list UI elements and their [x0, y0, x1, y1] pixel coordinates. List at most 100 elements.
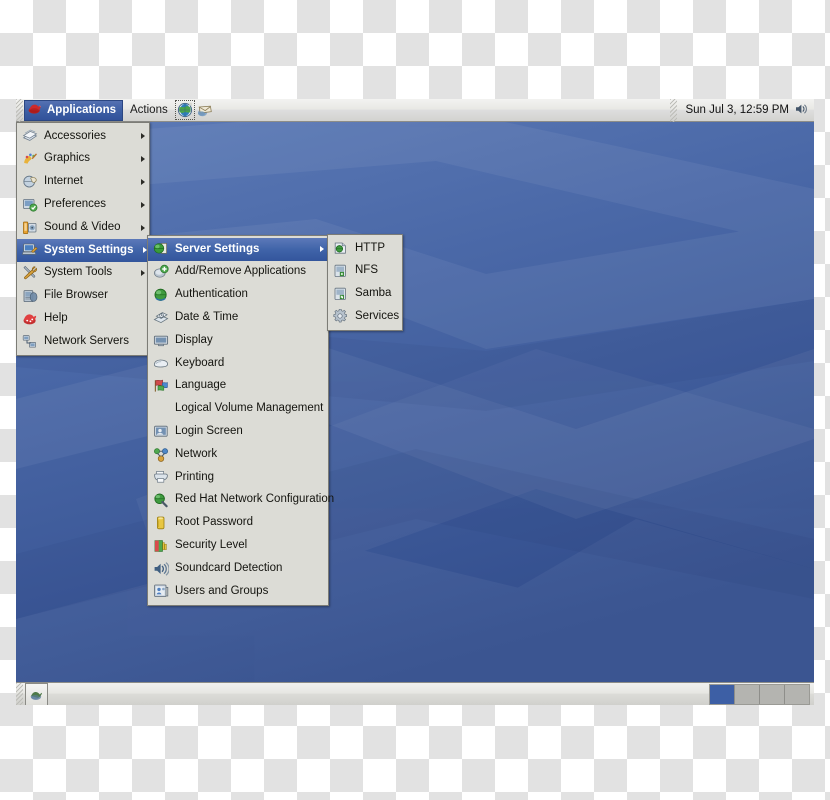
web-browser-icon[interactable]	[174, 100, 195, 120]
add-remove-icon	[154, 264, 169, 278]
menu-label: Help	[44, 312, 68, 325]
redhat-shadowman-icon	[28, 102, 43, 118]
security-level-icon	[154, 539, 167, 552]
menu-label: File Browser	[44, 289, 108, 302]
system-settings-icon	[22, 243, 38, 256]
workspace-2[interactable]	[735, 684, 760, 704]
screenshot-canvas: Applications Actions Sun Jul 3, 12:59 PM…	[0, 0, 830, 800]
menu-item-authentication[interactable]: Authentication	[148, 284, 328, 307]
menu-label: Keyboard	[175, 356, 225, 369]
menu-item-graphics[interactable]: Graphics	[17, 148, 149, 171]
menu-item-users-and-groups[interactable]: Users and Groups	[148, 580, 328, 603]
window-list[interactable]	[48, 683, 709, 706]
submenu-arrow-icon	[141, 270, 145, 277]
menu-label: System Tools	[44, 266, 113, 279]
samba-icon	[334, 287, 346, 300]
soundcard-icon	[154, 561, 169, 576]
system-settings-menu-popup[interactable]: Server Settings Add/Remove Applications …	[147, 235, 334, 606]
menu-item-language[interactable]: Language	[148, 375, 328, 398]
menu-item-services[interactable]: Services	[328, 305, 402, 328]
speaker-icon[interactable]	[794, 102, 808, 119]
authentication-icon	[154, 288, 167, 301]
panel-drag-handle[interactable]	[16, 99, 23, 122]
clock-applet[interactable]: Sun Jul 3, 12:59 PM	[670, 99, 814, 122]
bottom-panel-drag-handle[interactable]	[16, 682, 23, 705]
submenu-arrow-icon	[320, 246, 324, 253]
menu-label: Sound & Video	[44, 220, 121, 233]
clock-label: Sun Jul 3, 12:59 PM	[685, 104, 789, 116]
http-icon	[334, 242, 346, 254]
workspace-3[interactable]	[760, 684, 785, 704]
display-icon	[153, 335, 169, 346]
menu-item-red-hat-network-configuration[interactable]: Red Hat Network Configuration	[148, 489, 334, 512]
menu-item-display[interactable]: Display	[148, 329, 328, 352]
network-icon	[154, 447, 168, 462]
email-client-icon[interactable]	[195, 100, 215, 120]
menu-label: Network	[175, 447, 218, 460]
menu-item-file-browser[interactable]: File Browser	[17, 285, 149, 308]
server-settings-menu-popup[interactable]: HTTP NFS Samba Services	[327, 234, 403, 332]
printing-icon	[154, 471, 168, 483]
language-icon	[154, 379, 168, 392]
menu-item-soundcard-detection[interactable]: Soundcard Detection	[148, 557, 328, 580]
applications-menu-button[interactable]: Applications	[24, 99, 124, 121]
menu-label: Root Password	[175, 516, 253, 529]
menu-item-nfs[interactable]: NFS	[328, 260, 402, 283]
rhn-config-icon	[154, 493, 168, 508]
menu-label: Date & Time	[175, 311, 239, 324]
menu-item-samba[interactable]: Samba	[328, 283, 402, 306]
root-password-icon	[157, 516, 165, 530]
menu-item-network[interactable]: Network	[148, 443, 328, 466]
top-panel: Applications Actions Sun Jul 3, 12:59 PM	[16, 99, 814, 122]
sound-video-icon	[23, 221, 37, 234]
system-tools-icon	[23, 266, 37, 280]
menu-item-add-remove-applications[interactable]: Add/Remove Applications	[148, 261, 328, 284]
menu-label: Red Hat Network Configuration	[175, 493, 335, 506]
applications-menu-popup[interactable]: Accessories Graphics Internet Preference…	[16, 122, 150, 356]
file-browser-icon	[23, 290, 38, 302]
menu-item-sound-video[interactable]: Sound & Video	[17, 216, 149, 239]
menu-label: Internet	[44, 175, 83, 188]
workspace-1[interactable]	[710, 684, 735, 704]
preferences-icon	[23, 198, 38, 212]
bottom-panel	[16, 682, 814, 705]
menu-item-printing[interactable]: Printing	[148, 466, 328, 489]
menu-item-http[interactable]: HTTP	[328, 237, 402, 260]
menu-item-accessories[interactable]: Accessories	[17, 125, 149, 148]
menu-item-keyboard[interactable]: Keyboard	[148, 352, 328, 375]
internet-icon	[23, 175, 37, 188]
menu-item-system-settings[interactable]: System Settings	[17, 238, 149, 262]
menu-item-preferences[interactable]: Preferences	[17, 193, 149, 216]
submenu-arrow-icon	[141, 156, 145, 163]
workspace-4[interactable]	[785, 684, 809, 704]
submenu-arrow-icon	[141, 224, 145, 231]
show-desktop-icon[interactable]	[25, 682, 48, 705]
menu-label: Soundcard Detection	[175, 561, 283, 574]
submenu-arrow-icon	[141, 178, 145, 185]
workspace-switcher[interactable]	[709, 683, 810, 705]
submenu-arrow-icon	[141, 201, 145, 208]
network-servers-icon	[22, 334, 36, 348]
menu-item-security-level[interactable]: Security Level	[148, 534, 328, 557]
accessories-icon	[22, 130, 38, 142]
clock-drag-handle[interactable]	[670, 99, 678, 122]
menu-label: Language	[175, 379, 227, 392]
menu-label: Authentication	[175, 288, 248, 301]
menu-label: Add/Remove Applications	[175, 265, 307, 278]
menu-item-server-settings[interactable]: Server Settings	[148, 238, 328, 261]
menu-item-network-servers[interactable]: Network Servers	[17, 330, 149, 353]
menu-item-system-tools[interactable]: System Tools	[17, 262, 149, 285]
help-icon	[23, 314, 37, 325]
menu-item-root-password[interactable]: Root Password	[148, 512, 328, 535]
menu-item-logical-volume-management[interactable]: Logical Volume Management	[148, 398, 328, 421]
menu-item-date-time[interactable]: Date & Time	[148, 306, 328, 329]
menu-label: Preferences	[44, 198, 107, 211]
menu-item-internet[interactable]: Internet	[17, 171, 149, 194]
menu-item-login-screen[interactable]: Login Screen	[148, 420, 328, 443]
actions-menu-button[interactable]: Actions	[123, 100, 175, 121]
menu-label: Network Servers	[44, 334, 129, 347]
menu-label: Server Settings	[175, 242, 260, 255]
menu-label: Display	[175, 333, 213, 346]
menu-item-help[interactable]: Help	[17, 307, 149, 330]
menu-label: Logical Volume Management	[175, 402, 324, 415]
